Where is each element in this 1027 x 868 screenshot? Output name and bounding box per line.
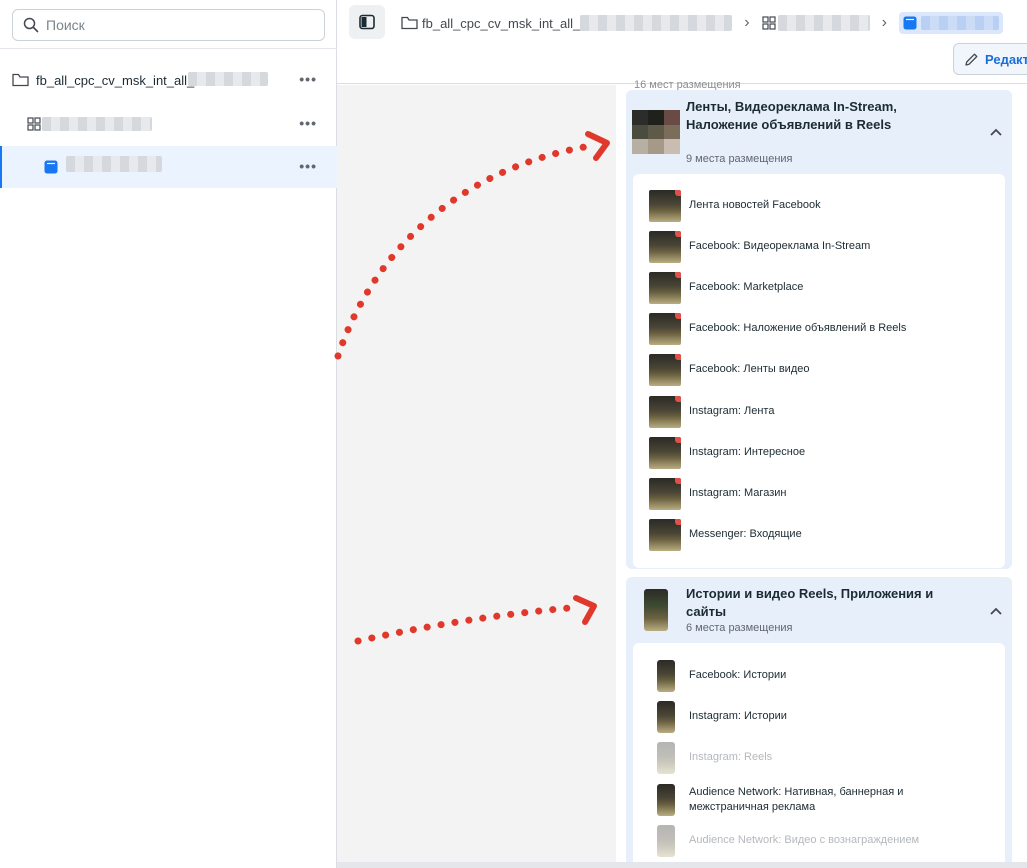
placement-thumbnail — [649, 477, 681, 510]
placement-thumbnail — [649, 312, 681, 345]
more-options-icon[interactable]: ••• — [299, 115, 317, 131]
folder-icon — [12, 73, 29, 87]
redacted-text — [920, 16, 999, 30]
placement-label: Instagram: Интересное — [689, 446, 806, 458]
breadcrumb-ad-set[interactable] — [777, 15, 870, 31]
redacted-text — [188, 72, 268, 86]
search-input[interactable] — [46, 17, 316, 33]
breadcrumb-ad[interactable] — [898, 12, 1003, 34]
placement-group-stories: Истории и видео Reels, Приложения и сайт… — [626, 577, 1012, 868]
chevron-right-icon: › — [881, 14, 887, 31]
ad-icon — [903, 16, 917, 30]
placement-label: Facebook: Видеореклама In-Stream — [689, 240, 871, 252]
placement-thumbnail — [657, 741, 675, 774]
edit-button-label: Редакт — [985, 51, 1027, 67]
placement-group-feeds: Ленты, Видеореклама In-Stream, Наложение… — [626, 90, 1012, 569]
placement-label: Facebook: Истории — [689, 669, 787, 681]
placement-list: Лента новостей Facebook Facebook: Видеор… — [633, 174, 1005, 568]
placement-item[interactable]: Facebook: Marketplace — [633, 267, 1005, 308]
placement-item[interactable]: Messenger: Входящие — [633, 514, 1005, 555]
placement-thumbnail — [657, 700, 675, 733]
placement-thumbnail — [649, 189, 681, 222]
chevron-up-icon[interactable] — [990, 124, 1002, 139]
placement-label: Лента новостей Facebook — [689, 199, 821, 211]
tree-item-ad[interactable]: ••• — [0, 146, 337, 188]
placement-thumbnail — [649, 271, 681, 304]
placement-item[interactable]: Лента новостей Facebook — [633, 185, 1005, 226]
sidebar-divider — [0, 48, 337, 49]
redacted-text — [42, 117, 152, 131]
placement-item[interactable]: Audience Network: Видео с вознаграждение… — [633, 820, 1005, 861]
placement-label: Facebook: Marketplace — [689, 281, 804, 293]
placement-item[interactable]: Facebook: Наложение объявлений в Reels — [633, 308, 1005, 349]
placement-thumbnail — [649, 518, 681, 551]
placement-thumbnail — [649, 395, 681, 428]
redacted-text — [580, 15, 733, 31]
search-box[interactable] — [12, 9, 325, 41]
bottom-scrollbar[interactable] — [337, 862, 1027, 868]
placement-item[interactable]: Instagram: Лента — [633, 391, 1005, 432]
tree-item-campaign[interactable]: fb_all_cpc_cv_msk_int_all_ ••• — [0, 59, 337, 101]
tree-item-label: fb_all_cpc_cv_msk_int_all_ — [36, 73, 195, 88]
placement-list: Facebook: Истории Instagram: Истории Ins… — [633, 643, 1005, 868]
placement-item[interactable]: Instagram: Магазин — [633, 473, 1005, 514]
chevron-up-icon[interactable] — [990, 603, 1002, 618]
ad-icon — [44, 160, 58, 174]
placement-group-header[interactable]: Ленты, Видеореклама In-Stream, Наложение… — [626, 90, 1012, 170]
placement-item[interactable]: Instagram: Reels — [633, 737, 1005, 778]
group-thumbnail — [644, 589, 668, 631]
placement-label: Audience Network: Видео с вознаграждение… — [689, 834, 920, 846]
placement-label: Instagram: Лента — [689, 405, 775, 417]
placement-group-title: Истории и видео Reels, Приложения и сайт… — [686, 586, 934, 619]
ad-set-grid-icon — [761, 16, 776, 30]
placement-label: Instagram: Reels — [689, 751, 773, 763]
redacted-text — [66, 156, 162, 172]
placement-label: Messenger: Входящие — [689, 528, 802, 540]
chevron-right-icon: › — [744, 14, 750, 31]
sidebar: fb_all_cpc_cv_msk_int_all_ ••• ••• ••• — [0, 0, 337, 868]
placement-group-count: 9 места размещения — [686, 153, 793, 165]
folder-icon — [401, 16, 418, 30]
main-area: 16 мест размещения Ленты, Видеореклама I… — [337, 79, 1027, 868]
placement-thumbnail — [657, 659, 675, 692]
top-bar: fb_all_cpc_cv_msk_int_all_ › › Редакт — [337, 0, 1027, 84]
placement-item[interactable]: Audience Network: Нативная, баннерная и … — [633, 779, 1005, 820]
placement-item[interactable]: Facebook: Истории — [633, 655, 1005, 696]
placement-thumbnail — [649, 353, 681, 386]
placement-thumbnail — [649, 436, 681, 469]
search-icon — [23, 17, 39, 33]
ad-set-grid-icon — [27, 117, 41, 131]
placement-label: Instagram: Истории — [689, 710, 787, 722]
placement-label: Facebook: Наложение объявлений в Reels — [689, 322, 907, 334]
group-thumbnail — [632, 110, 680, 154]
placement-item[interactable]: Facebook: Ленты видео — [633, 349, 1005, 390]
placement-item[interactable]: Instagram: Истории — [633, 696, 1005, 737]
more-options-icon[interactable]: ••• — [299, 158, 317, 174]
placement-thumbnail — [649, 230, 681, 263]
placement-item[interactable]: Facebook: Видеореклама In-Stream — [633, 226, 1005, 267]
placement-label: Instagram: Магазин — [689, 487, 787, 499]
placement-label: Audience Network: Нативная, баннерная и … — [689, 785, 904, 813]
more-options-icon[interactable]: ••• — [299, 71, 317, 87]
breadcrumb-campaign[interactable]: fb_all_cpc_cv_msk_int_all_ — [422, 16, 580, 31]
placement-item[interactable]: Instagram: Интересное — [633, 432, 1005, 473]
breadcrumb: fb_all_cpc_cv_msk_int_all_ › › — [401, 12, 1003, 34]
placement-label: Facebook: Ленты видео — [689, 363, 810, 375]
placement-thumbnail — [657, 783, 675, 816]
placement-group-header[interactable]: Истории и видео Reels, Приложения и сайт… — [626, 577, 1012, 643]
placement-group-count: 6 места размещения — [686, 622, 793, 634]
pencil-icon — [965, 53, 978, 66]
sidebar-toggle-button[interactable] — [349, 5, 385, 39]
sidebar-toggle-icon — [359, 14, 375, 30]
edit-button[interactable]: Редакт — [953, 43, 1027, 75]
placement-thumbnail — [657, 824, 675, 857]
tree-item-ad-set[interactable]: ••• — [0, 103, 337, 145]
placement-group-title: Ленты, Видеореклама In-Stream, Наложение… — [686, 99, 897, 132]
